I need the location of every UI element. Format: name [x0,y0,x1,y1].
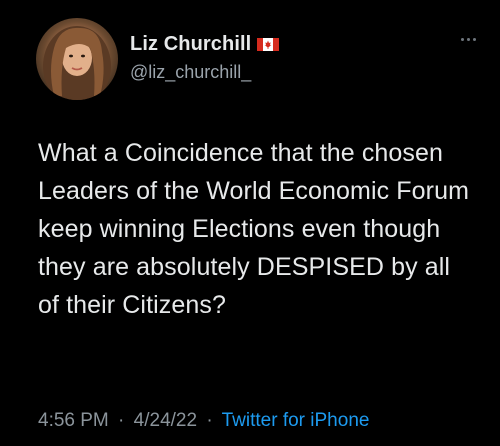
tweet-source[interactable]: Twitter for iPhone [222,410,370,431]
more-dot [467,38,470,41]
avatar[interactable] [36,18,118,100]
name-row: Liz Churchill [130,33,280,56]
tweet-meta: 4:56 PM · 4/24/22 · Twitter for iPhone [38,410,369,432]
tweet-date[interactable]: 4/24/22 [134,410,197,431]
avatar-image [43,26,111,100]
meta-separator: · [118,410,125,431]
display-name[interactable]: Liz Churchill [130,33,251,56]
canada-flag-icon [257,38,280,51]
more-dot [461,38,464,41]
author-info: Liz Churchill @liz_churchill_ [130,33,280,83]
more-dot [473,38,476,41]
tweet-card: Liz Churchill @liz_churchill_ What a Coi… [0,0,500,446]
meta-separator: · [206,410,213,431]
tweet-time[interactable]: 4:56 PM [38,410,109,431]
handle[interactable]: @liz_churchill_ [130,62,279,83]
tweet-text: What a Coincidence that the chosen Leade… [38,139,470,319]
more-options-icon[interactable] [461,38,476,41]
